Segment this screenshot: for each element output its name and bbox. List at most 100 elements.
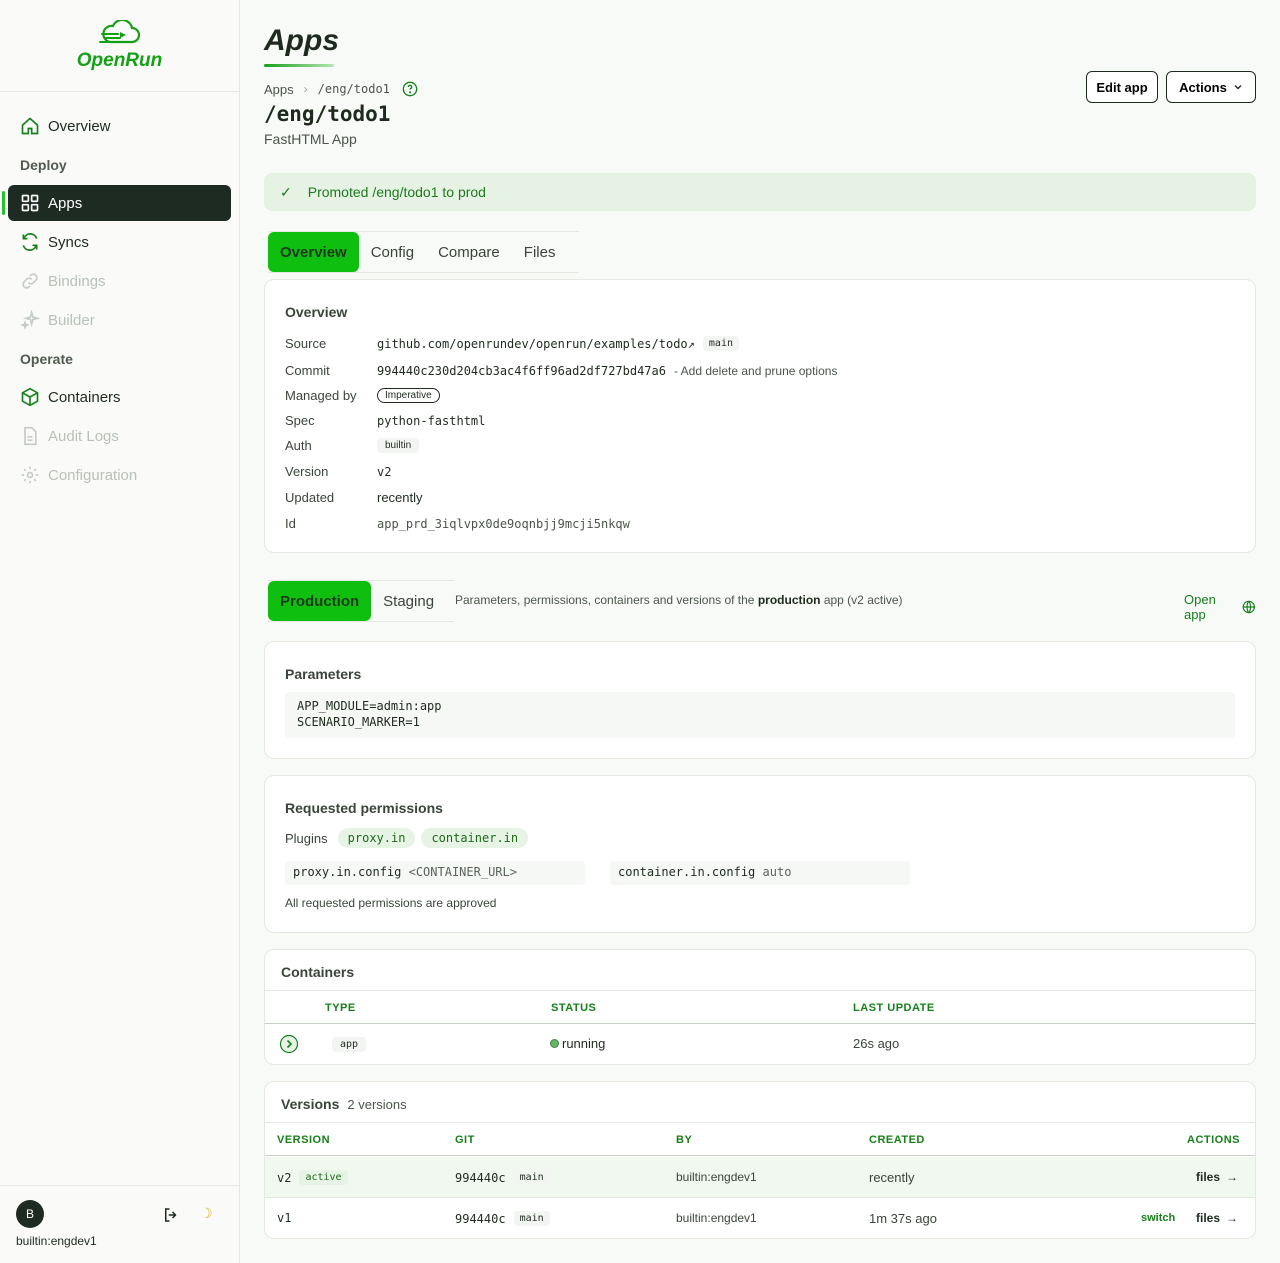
git-branch: main <box>513 1170 550 1185</box>
arrow-right-icon: → <box>1226 1211 1239 1225</box>
logout-icon[interactable] <box>162 1206 180 1224</box>
source-row: Source github.com/openrundev/openrun/exa… <box>285 336 739 351</box>
git-hash: 994440c <box>455 1170 506 1185</box>
containers-title: Containers <box>281 964 355 980</box>
column-header: VERSION <box>277 1134 331 1146</box>
managed-label: Managed by <box>285 388 357 403</box>
open-app-link[interactable]: Open app <box>1184 592 1256 622</box>
tab-files[interactable]: Files <box>512 232 568 272</box>
parameter-line: SCENARIO_MARKER=1 <box>297 715 420 729</box>
versions-table-header: VERSION GIT BY CREATED ACTIONS <box>265 1122 1255 1156</box>
commit-row: Commit 994440c230d204cb3ac4f6ff96ad2df72… <box>285 363 837 378</box>
files-link[interactable]: files → <box>1196 1170 1238 1184</box>
git-cell: 994440c main <box>455 1170 550 1185</box>
sidebar-item-label: Syncs <box>48 233 89 251</box>
tab-compare[interactable]: Compare <box>426 232 512 272</box>
created-cell: recently <box>869 1170 915 1185</box>
tab-staging[interactable]: Staging <box>371 581 446 621</box>
plugins-label: Plugins <box>285 830 328 846</box>
sidebar-item-label: Bindings <box>48 272 106 290</box>
container-type: app <box>332 1037 367 1052</box>
sparkle-icon <box>20 310 40 330</box>
document-icon <box>24 426 37 446</box>
sidebar-section-operate: Operate <box>20 351 73 367</box>
sidebar-section-deploy: Deploy <box>20 157 67 173</box>
git-branch: main <box>513 1211 550 1226</box>
version-value: v2 <box>377 464 392 479</box>
column-header: ACTIONS <box>1187 1134 1240 1146</box>
files-link[interactable]: files → <box>1196 1211 1238 1225</box>
git-cell: 994440c main <box>455 1211 550 1226</box>
commit-hash: 994440c230d204cb3ac4f6ff96ad2df727bd47a6 <box>377 363 666 378</box>
parameters-title: Parameters <box>285 666 362 682</box>
link-icon <box>22 273 38 289</box>
sidebar-item-overview[interactable]: Overview <box>8 108 231 144</box>
help-icon[interactable] <box>402 81 418 97</box>
env-desc-pre: Parameters, permissions, containers and … <box>455 593 755 607</box>
gear-icon <box>21 466 39 484</box>
tab-overview[interactable]: Overview <box>268 232 359 272</box>
check-icon: ✓ <box>280 183 292 200</box>
app-tabs: Overview Config Compare Files <box>268 231 580 273</box>
plugin-tag: container.in <box>421 828 529 848</box>
switch-link[interactable]: switch <box>1141 1212 1175 1224</box>
expand-row-icon[interactable] <box>279 1034 299 1054</box>
sidebar-item-label: Audit Logs <box>48 427 119 445</box>
tab-production[interactable]: Production <box>268 581 372 621</box>
moon-icon[interactable]: ☽ <box>200 1205 213 1222</box>
spec-value: python-fasthtml <box>377 413 486 428</box>
tab-config[interactable]: Config <box>359 232 426 272</box>
files-label: files <box>1196 1211 1221 1225</box>
sidebar-item-bindings[interactable]: Bindings <box>8 263 231 299</box>
actions-button[interactable]: Actions <box>1166 71 1256 103</box>
column-header: LAST UPDATE <box>853 1002 935 1014</box>
plugin-config: container.in.config auto <box>610 861 910 885</box>
versions-card: Versions 2 versions VERSION GIT BY CREATE… <box>264 1081 1256 1239</box>
id-row: Id app_prd_3iqlvpx0de9oqnbjj9mcji5nkqw <box>285 516 630 531</box>
sidebar-item-containers[interactable]: Containers <box>8 379 231 415</box>
app-path: /eng/todo1 <box>264 102 391 126</box>
versions-count: 2 versions <box>347 1097 407 1112</box>
source-label: Source <box>285 336 327 351</box>
sidebar-item-syncs[interactable]: Syncs <box>8 224 231 260</box>
version-value: v1 <box>277 1211 292 1225</box>
title-underline <box>264 64 334 67</box>
auth-label: Auth <box>285 438 312 453</box>
breadcrumb-root[interactable]: Apps <box>264 82 294 97</box>
updated-value: recently <box>377 490 423 505</box>
env-tabs: Production Staging <box>268 580 455 622</box>
user-name: builtin:engdev1 <box>16 1234 97 1248</box>
breadcrumb-current: /eng/todo1 <box>317 82 390 96</box>
avatar[interactable]: B <box>16 1200 44 1228</box>
overview-title: Overview <box>285 304 348 320</box>
versions-title: Versions 2 versions <box>281 1096 407 1112</box>
sidebar-item-builder[interactable]: Builder <box>8 302 231 338</box>
env-description: Parameters, permissions, containers and … <box>455 593 903 607</box>
version-row: Version v2 <box>285 464 391 479</box>
brand-name: OpenRun <box>76 49 163 71</box>
overview-card: Overview Source github.com/openrundev/op… <box>264 279 1256 553</box>
versions-title-text: Versions <box>281 1096 340 1112</box>
config-value: auto <box>762 865 792 879</box>
alert-text: Promoted /eng/todo1 to prod <box>307 184 486 200</box>
permissions-note: All requested permissions are approved <box>285 896 497 910</box>
column-header: TYPE <box>325 1002 356 1014</box>
app-type: FastHTML App <box>264 131 357 147</box>
containers-table-header: TYPE STATUS LAST UPDATE <box>265 990 1255 1024</box>
edit-app-button[interactable]: Edit app <box>1086 71 1158 103</box>
parameter-line: APP_MODULE=admin:app <box>297 699 442 713</box>
git-hash: 994440c <box>455 1211 506 1226</box>
plugin-tag: proxy.in <box>337 828 416 848</box>
by-cell: builtin:engdev1 <box>676 1211 757 1225</box>
container-status: running <box>550 1036 605 1051</box>
updated-label: Updated <box>285 490 335 505</box>
version-label: Version <box>285 464 329 479</box>
table-row: v1 994440c main builtin:engdev1 1m 37s a… <box>265 1198 1255 1239</box>
refresh-icon <box>22 233 38 251</box>
sidebar-item-apps[interactable]: Apps <box>2 185 231 221</box>
logo[interactable]: OpenRun <box>0 0 239 92</box>
open-app-label: Open app <box>1184 592 1216 622</box>
source-link[interactable]: github.com/openrundev/openrun/examples/t… <box>377 337 695 351</box>
sidebar-item-audit-logs[interactable]: Audit Logs <box>8 418 231 454</box>
sidebar-item-configuration[interactable]: Configuration <box>8 457 231 493</box>
